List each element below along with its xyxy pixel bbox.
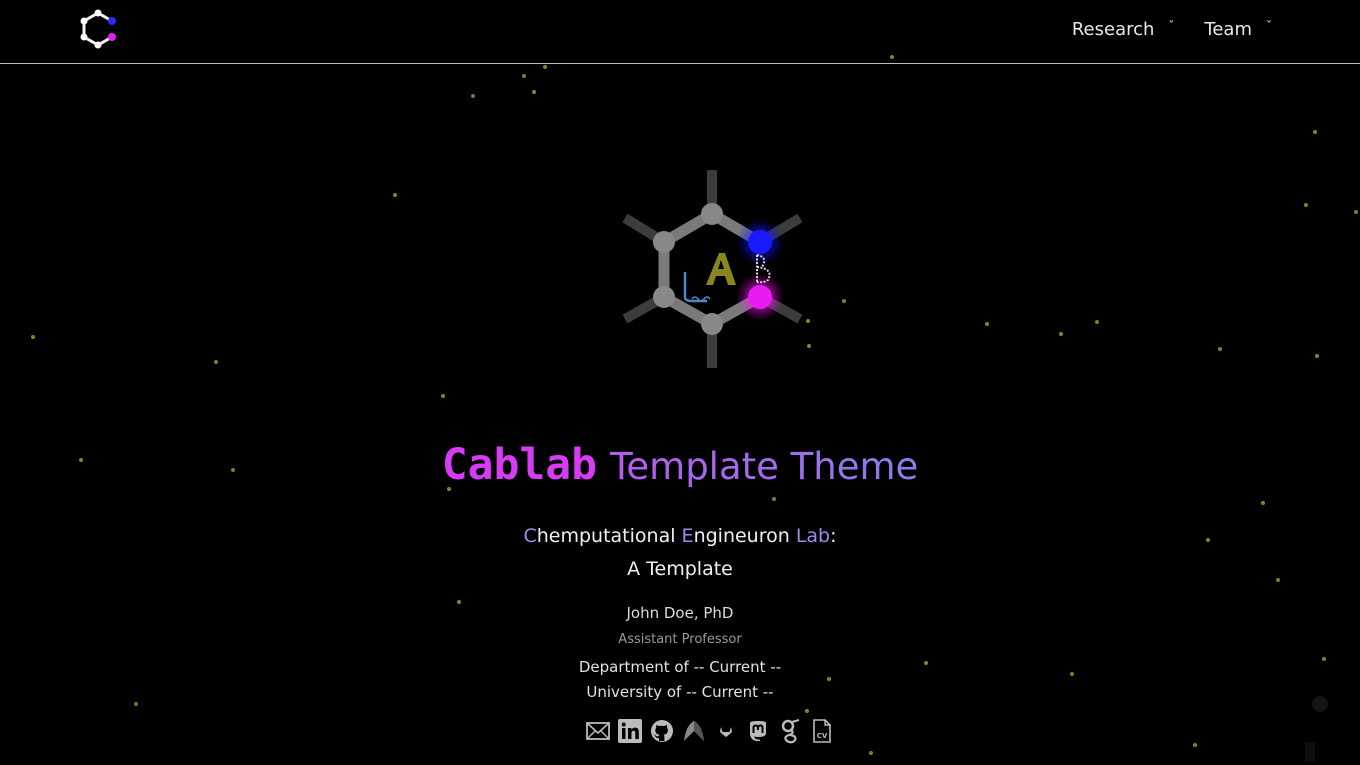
particle-dot [869,751,873,755]
particle-dot [393,193,397,197]
google-scholar-icon[interactable] [778,718,802,744]
particle-dot [522,74,526,78]
nav-research-dropdown[interactable]: Research ˇ [1071,18,1175,41]
lab-subtitle: Chemputational Engineuron Lab: A Templat… [0,520,1360,586]
particle-dot [1313,130,1317,134]
particle-dot [1095,320,1099,324]
scroll-indicator-ghost [1305,742,1315,762]
particle-dot [772,497,776,501]
nav-team-dropdown[interactable]: Team ˇ [1204,18,1272,41]
main-nav: Research ˇ Team ˇ [1071,18,1272,41]
pi-info: John Doe, PhD Assistant Professor Depart… [0,601,1360,705]
cv-file-icon[interactable]: CV [810,718,834,744]
page-title: Cablab Template Theme [0,437,1360,495]
particle-dot [31,335,35,339]
subtitle-c-initial: C [523,525,537,547]
particle-dot [842,299,846,303]
hero-lab-logo [622,170,803,368]
pi-role: Assistant Professor [618,632,742,647]
pi-university: University of -- Current -- [586,683,774,701]
site-logo[interactable] [78,8,122,52]
researchgate-peak-icon[interactable] [682,718,706,744]
particle-dot [1354,210,1358,214]
particle-dot [1059,332,1063,336]
particle-dot [805,709,809,713]
particle-dot [1304,203,1308,207]
github-icon[interactable] [650,718,674,744]
particle-dot [441,394,445,398]
particle-dot [1261,501,1265,505]
pi-department: Department of -- Current -- [578,658,782,676]
particle-dot [532,90,536,94]
back-to-top-ghost [1312,696,1328,712]
particle-dot [1193,743,1197,747]
nav-team-label: Team [1204,19,1252,40]
subtitle-word: ngineuron [693,525,790,547]
particle-dot [1315,354,1319,358]
linkedin-icon[interactable] [618,718,642,744]
subtitle-lab: Lab [795,525,831,547]
particle-dot [543,65,547,69]
title-brand: Cablab [441,440,598,490]
title-rest: Template Theme [610,445,919,488]
top-navbar: Research ˇ Team ˇ [0,0,1360,64]
cv-label: CV [817,732,828,740]
particle-dot [1218,347,1222,351]
subtitle-word: hemputational [536,525,676,547]
gitlab-icon[interactable] [714,718,738,744]
pi-name: John Doe, PhD [626,604,734,622]
particle-dot [471,94,475,98]
particle-dot [214,360,218,364]
particle-dot [985,322,989,326]
mastodon-icon[interactable] [746,718,770,744]
social-links: CV [586,718,834,744]
subtitle-colon: : [830,525,837,547]
chevron-down-icon: ˇ [1168,18,1175,33]
subtitle-e-initial: E [681,525,694,547]
nav-research-label: Research [1071,19,1155,40]
subtitle-line2: A Template [627,558,733,580]
email-icon[interactable] [586,718,610,744]
letter-a-mark [706,253,736,285]
chevron-down-icon: ˇ [1266,18,1272,33]
